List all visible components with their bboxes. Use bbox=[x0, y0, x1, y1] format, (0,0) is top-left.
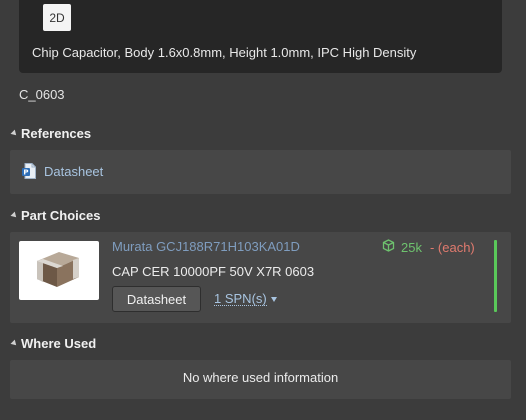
datasheet-doc-icon: P bbox=[22, 163, 36, 179]
part-choices-title: Part Choices bbox=[21, 208, 101, 223]
datasheet-link[interactable]: Datasheet bbox=[44, 164, 103, 179]
where-used-section-header[interactable]: Where Used bbox=[10, 336, 96, 351]
part-thumbnail bbox=[19, 241, 99, 300]
footprint-description: Chip Capacitor, Body 1.6x0.8mm, Height 1… bbox=[32, 45, 417, 60]
where-used-empty-message: No where used information bbox=[182, 370, 339, 385]
availability-status-bar bbox=[494, 240, 497, 312]
collapse-triangle-icon bbox=[10, 211, 19, 220]
stock-info: 25k - (each) bbox=[382, 239, 475, 255]
spn-dropdown[interactable]: 1 SPN(s) bbox=[214, 292, 277, 306]
part-manufacturer-number-link[interactable]: Murata GCJ188R71H103KA01D bbox=[112, 239, 300, 254]
where-used-card: No where used information bbox=[10, 360, 511, 399]
svg-text:P: P bbox=[23, 169, 28, 177]
spn-label: 1 SPN(s) bbox=[214, 291, 267, 306]
part-choices-section-header[interactable]: Part Choices bbox=[10, 208, 100, 223]
part-choice-card[interactable]: Murata GCJ188R71H103KA01D CAP CER 10000P… bbox=[10, 232, 511, 323]
collapse-triangle-icon bbox=[10, 129, 19, 138]
chevron-down-icon bbox=[270, 296, 277, 302]
references-section-header[interactable]: References bbox=[10, 126, 91, 141]
part-datasheet-button[interactable]: Datasheet bbox=[112, 286, 201, 312]
footprint-preview-panel: 2D Chip Capacitor, Body 1.6x0.8mm, Heigh… bbox=[19, 0, 502, 73]
stock-price: - (each) bbox=[429, 239, 475, 255]
references-card: P Datasheet bbox=[10, 150, 511, 194]
view-2d-button[interactable]: 2D bbox=[43, 4, 71, 31]
cube-icon bbox=[382, 239, 395, 255]
where-used-title: Where Used bbox=[21, 336, 97, 351]
references-title: References bbox=[21, 126, 92, 141]
collapse-triangle-icon bbox=[10, 339, 19, 348]
stock-count: 25k bbox=[401, 239, 422, 255]
component-name: C_0603 bbox=[19, 87, 65, 102]
part-description: CAP CER 10000PF 50V X7R 0603 bbox=[112, 264, 315, 279]
